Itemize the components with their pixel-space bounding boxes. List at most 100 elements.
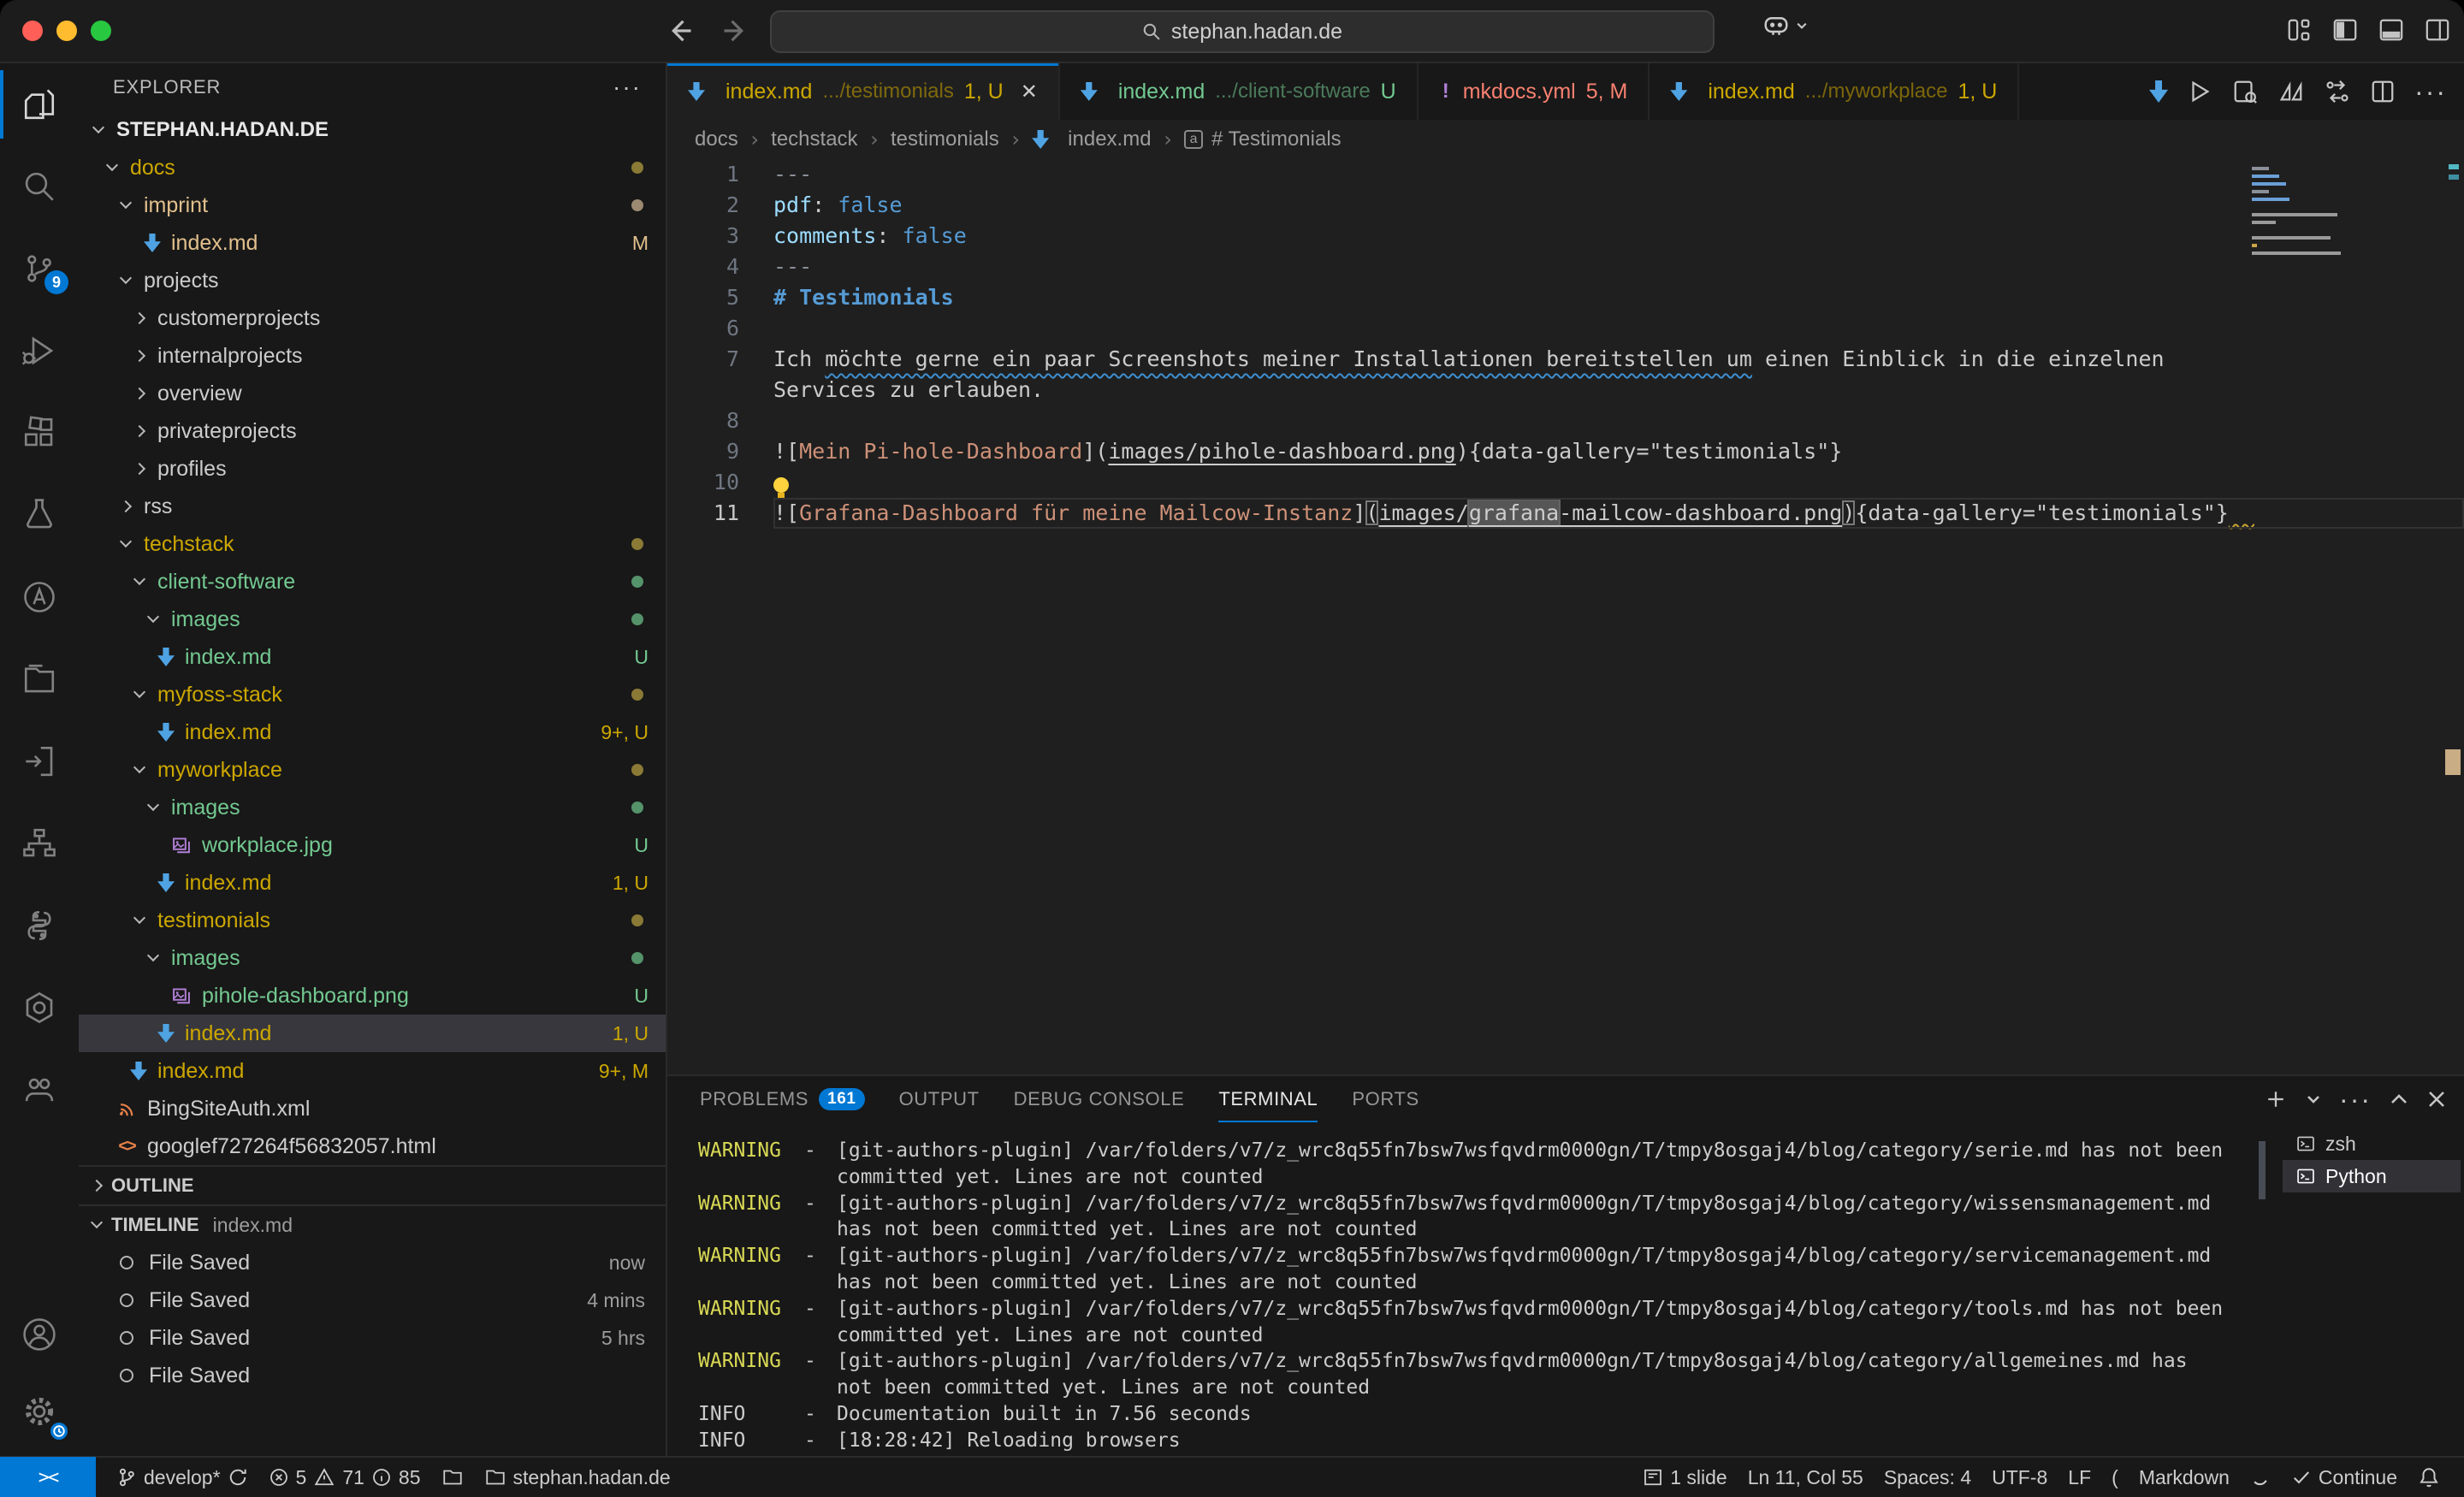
tree-file-row[interactable]: index.md1, U (79, 1015, 666, 1052)
notifications-item[interactable] (2408, 1457, 2450, 1497)
close-panel-icon[interactable] (2426, 1089, 2447, 1109)
toggle-secondary-sidebar-icon[interactable] (2425, 17, 2450, 43)
editor-tab[interactable]: index.md.../myworkplace1, U (1650, 63, 2019, 120)
eol-item[interactable]: LF (2058, 1457, 2101, 1497)
terminal-output[interactable]: WARNING-[git-authors-plugin] /var/folder… (698, 1138, 2259, 1480)
source-control-activity-icon[interactable]: 9 (0, 234, 79, 303)
close-tab-icon[interactable]: ✕ (1021, 80, 1038, 104)
a-circle-activity-icon[interactable] (0, 563, 79, 631)
remote-explorer-activity-icon[interactable] (0, 809, 79, 878)
panel-tab[interactable]: PROBLEMS161 (700, 1076, 865, 1122)
open-changes-icon[interactable] (2324, 79, 2351, 104)
bracket-colorization-item[interactable]: ( (2101, 1457, 2129, 1497)
tree-folder-row[interactable]: techstack (79, 525, 666, 563)
close-window-button[interactable] (22, 21, 43, 41)
tree-folder-row[interactable]: myfoss-stack (79, 676, 666, 713)
outline-section-header[interactable]: OUTLINE (79, 1165, 666, 1204)
tree-file-row[interactable]: BingSiteAuth.xml (79, 1090, 666, 1127)
workspace-folder-item[interactable] (431, 1457, 474, 1497)
markdown-preview-icon[interactable] (2149, 80, 2168, 103)
editor-tab[interactable]: !mkdocs.yml5, M (1419, 63, 1650, 120)
tree-folder-row[interactable]: STEPHAN.HADAN.DE (79, 111, 666, 149)
tree-file-row[interactable]: <>googlef727264f56832057.html (79, 1127, 666, 1165)
panel-more-actions-icon[interactable]: ··· (2339, 1084, 2372, 1115)
live-server-activity-icon[interactable] (0, 727, 79, 796)
more-actions-icon[interactable]: ··· (2414, 76, 2447, 108)
back-arrow-icon[interactable] (664, 15, 695, 46)
timeline-item[interactable]: File Saved (79, 1357, 666, 1394)
toggle-primary-sidebar-icon[interactable] (2332, 17, 2358, 43)
editor-tab[interactable]: index.md.../client-softwareU (1060, 63, 1419, 120)
editor-tab[interactable]: index.md.../testimonials1, U✕ (667, 63, 1060, 120)
zoom-window-button[interactable] (91, 21, 111, 41)
slides-item[interactable]: 1 slide (1632, 1457, 1737, 1497)
encoding-item[interactable]: UTF-8 (1981, 1457, 2058, 1497)
language-mode-item[interactable]: Markdown (2129, 1457, 2240, 1497)
tree-folder-row[interactable]: internalprojects (79, 337, 666, 375)
spinner-item[interactable] (2240, 1457, 2281, 1497)
extensions-activity-icon[interactable] (0, 399, 79, 467)
settings-gear-icon[interactable] (0, 1377, 79, 1446)
code-editor[interactable]: 1---2pdf: false3comments: false4---5# Te… (667, 159, 2464, 1074)
copilot-button[interactable] (1762, 14, 1809, 38)
tree-file-row[interactable]: workplace.jpgU (79, 826, 666, 864)
breadcrumb-item[interactable]: docs (695, 127, 738, 151)
explorer-more-actions-icon[interactable]: ··· (613, 74, 642, 101)
accounts-icon[interactable] (0, 1300, 79, 1369)
panel-tab[interactable]: TERMINAL (1218, 1076, 1318, 1122)
breadcrumb-item[interactable]: techstack (771, 127, 857, 151)
tree-folder-row[interactable]: images (79, 789, 666, 826)
tree-file-row[interactable]: index.md9+, U (79, 713, 666, 751)
tree-folder-row[interactable]: docs (79, 149, 666, 186)
tree-folder-row[interactable]: projects (79, 262, 666, 299)
remote-indicator[interactable]: >< (0, 1457, 96, 1497)
timeline-section-header[interactable]: TIMELINE index.md (79, 1204, 666, 1244)
problems-item[interactable]: 5 71 85 (258, 1457, 431, 1497)
tree-folder-row[interactable]: customerprojects (79, 299, 666, 337)
hexagon-tool-activity-icon[interactable] (0, 973, 79, 1042)
tree-file-row[interactable]: index.mdM (79, 224, 666, 262)
toggle-panel-icon[interactable] (2378, 17, 2404, 43)
panel-tab[interactable]: PORTS (1352, 1076, 1419, 1122)
timeline-item[interactable]: File Saved4 mins (79, 1281, 666, 1319)
run-debug-activity-icon[interactable] (0, 317, 79, 385)
breadcrumb-item[interactable]: testimonials (891, 127, 999, 151)
terminal-profile-dropdown-icon[interactable] (2305, 1091, 2322, 1108)
timeline-item[interactable]: File Saved5 hrs (79, 1319, 666, 1357)
python-activity-icon[interactable] (0, 891, 79, 960)
tree-folder-row[interactable]: myworkplace (79, 751, 666, 789)
tree-folder-row[interactable]: overview (79, 375, 666, 412)
panel-tab[interactable]: DEBUG CONSOLE (1014, 1076, 1185, 1122)
site-folder-item[interactable]: stephan.hadan.de (474, 1457, 681, 1497)
explorer-activity-icon[interactable] (0, 70, 79, 139)
tree-folder-row[interactable]: privateprojects (79, 412, 666, 450)
customize-layout-icon[interactable] (2286, 17, 2312, 43)
minimize-window-button[interactable] (56, 21, 77, 41)
lightbulb-icon[interactable] (773, 477, 789, 493)
tree-folder-row[interactable]: testimonials (79, 902, 666, 939)
search-activity-icon[interactable] (0, 152, 79, 221)
tree-folder-row[interactable]: rss (79, 488, 666, 525)
minimap[interactable] (2245, 163, 2341, 255)
organization-activity-icon[interactable] (0, 1056, 79, 1124)
tree-file-row[interactable]: index.md9+, M (79, 1052, 666, 1090)
tree-folder-row[interactable]: images (79, 939, 666, 977)
tree-folder-row[interactable]: client-software (79, 563, 666, 601)
terminal-scrollbar[interactable] (2259, 1141, 2266, 1199)
tree-folder-row[interactable]: imprint (79, 186, 666, 224)
terminal-profile-item[interactable]: zsh (2283, 1127, 2461, 1160)
split-editor-icon[interactable] (2370, 79, 2396, 104)
indentation-item[interactable]: Spaces: 4 (1874, 1457, 1981, 1497)
project-manager-activity-icon[interactable] (0, 645, 79, 713)
git-branch-item[interactable]: develop* (106, 1457, 258, 1497)
testing-activity-icon[interactable] (0, 481, 79, 549)
continue-item[interactable]: Continue (2281, 1457, 2408, 1497)
timeline-item[interactable]: File Savednow (79, 1244, 666, 1281)
forward-arrow-icon[interactable] (720, 15, 751, 46)
panel-tab[interactable]: OUTPUT (899, 1076, 980, 1122)
tree-file-row[interactable]: index.md1, U (79, 864, 666, 902)
maximize-panel-icon[interactable] (2389, 1089, 2409, 1109)
markdownlint-icon[interactable] (2277, 79, 2305, 104)
new-terminal-icon[interactable] (2264, 1087, 2288, 1111)
terminal-profile-item[interactable]: Python (2283, 1160, 2461, 1192)
